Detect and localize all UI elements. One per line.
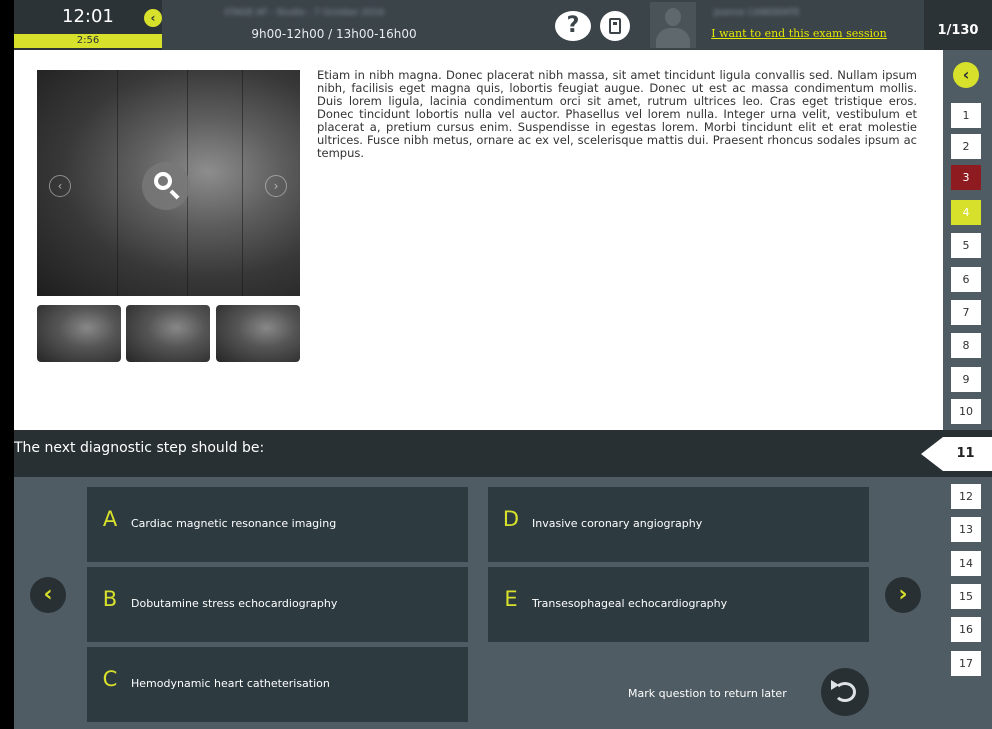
image-texture-line: [117, 70, 118, 296]
help-icon[interactable]: ?: [555, 11, 591, 41]
end-session-link[interactable]: I want to end this exam session: [692, 27, 906, 40]
question-number[interactable]: 16: [951, 617, 981, 642]
question-number[interactable]: 14: [951, 551, 981, 576]
question-number[interactable]: 13: [951, 517, 981, 542]
mark-question-label: Mark question to return later: [628, 687, 787, 700]
question-counter: 1/130: [924, 0, 992, 50]
image-viewer[interactable]: ‹ ›: [37, 70, 300, 296]
option-c[interactable]: C Hemodynamic heart catheterisation: [87, 647, 468, 722]
question-text: The next diagnostic step should be:: [14, 440, 265, 456]
question-number[interactable]: 1: [951, 103, 981, 128]
user-name: Jeanne CANDIDATE: [714, 8, 800, 18]
question-number[interactable]: 5: [951, 233, 981, 258]
option-label: Dobutamine stress echocardiography: [131, 597, 338, 610]
previous-question-icon[interactable]: ‹: [30, 577, 66, 613]
mark-return-icon[interactable]: [821, 668, 869, 716]
question-stem: Etiam in nibh magna. Donec placerat nibh…: [317, 68, 917, 160]
answer-panel: ‹ A Cardiac magnetic resonance imaging B…: [14, 477, 992, 729]
option-letter: D: [502, 507, 520, 531]
session-time: 9h00-12h00 / 13h00-16h00: [251, 27, 417, 41]
exam-window: 12:01 ‹ 2:56 STAGE AF - Studio - 7 Octob…: [14, 0, 992, 729]
calculator-icon[interactable]: [600, 11, 630, 41]
clock-time: 12:01: [62, 6, 114, 27]
question-number[interactable]: 17: [951, 651, 981, 676]
option-label: Invasive coronary angiography: [532, 517, 703, 530]
image-next-icon[interactable]: ›: [265, 175, 287, 197]
option-e[interactable]: E Transesophageal echocardiography: [488, 567, 869, 642]
option-letter: C: [102, 667, 118, 691]
question-number[interactable]: 7: [951, 300, 981, 325]
zoom-icon[interactable]: [142, 162, 190, 210]
question-number[interactable]: 10: [951, 399, 981, 424]
image-thumbnail-2[interactable]: [126, 305, 210, 362]
calculator-body: [609, 18, 621, 34]
next-question-icon[interactable]: ›: [885, 577, 921, 613]
avatar-head: [665, 8, 681, 26]
user-avatar: [650, 2, 696, 48]
option-b[interactable]: B Dobutamine stress echocardiography: [87, 567, 468, 642]
question-bar: The next diagnostic step should be:: [14, 430, 992, 477]
zoom-lens: [154, 172, 172, 190]
mark-return-arrow: [831, 680, 839, 690]
option-letter: A: [102, 507, 118, 531]
question-number[interactable]: 8: [951, 333, 981, 358]
image-prev-icon[interactable]: ‹: [49, 175, 71, 197]
zoom-handle: [169, 189, 180, 200]
question-number[interactable]: 9: [951, 367, 981, 392]
question-number[interactable]: 15: [951, 584, 981, 609]
calculator-screen: [613, 22, 617, 25]
option-label: Cardiac magnetic resonance imaging: [131, 517, 337, 530]
question-number-flagged[interactable]: 3: [951, 165, 981, 190]
clock-collapse-icon[interactable]: ‹: [144, 9, 162, 27]
image-texture-line: [242, 70, 243, 296]
option-letter: E: [504, 587, 518, 611]
top-bar: 12:01 ‹ 2:56 STAGE AF - Studio - 7 Octob…: [14, 0, 992, 50]
navigator-back-icon[interactable]: ‹: [953, 62, 979, 88]
image-thumbnail-3[interactable]: [216, 305, 300, 362]
image-thumbnail-1[interactable]: [37, 305, 121, 362]
option-letter: B: [102, 587, 118, 611]
question-number[interactable]: 12: [951, 484, 981, 509]
option-a[interactable]: A Cardiac magnetic resonance imaging: [87, 487, 468, 562]
avatar-body: [656, 28, 690, 48]
exam-clock: 12:01 ‹ 2:56: [14, 0, 162, 50]
option-label: Hemodynamic heart catheterisation: [131, 677, 330, 690]
option-label: Transesophageal echocardiography: [532, 597, 728, 610]
option-d[interactable]: D Invasive coronary angiography: [488, 487, 869, 562]
time-remaining: 2:56: [14, 34, 162, 48]
session-name: STAGE AF - Studio - 7 October 2016: [224, 8, 385, 18]
question-number[interactable]: 6: [951, 267, 981, 292]
question-number-answered[interactable]: 4: [951, 200, 981, 225]
question-number[interactable]: 2: [951, 134, 981, 159]
